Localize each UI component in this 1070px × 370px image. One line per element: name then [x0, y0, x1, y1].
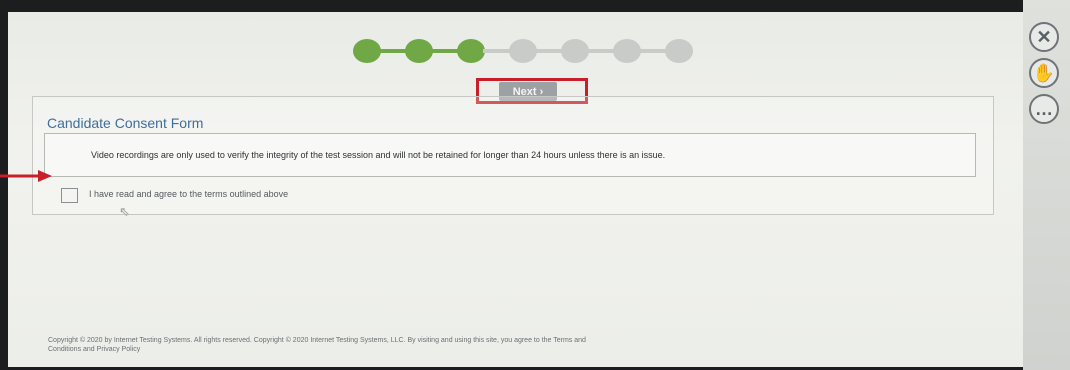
consent-panel: Candidate Consent Form Video recordings …	[32, 96, 994, 219]
footer-copyright: Copyright © 2020 by Internet Testing Sys…	[48, 337, 586, 344]
progress-connector	[587, 49, 615, 53]
agree-checkbox[interactable]	[61, 188, 78, 203]
close-icon[interactable]: ✕	[1029, 22, 1059, 52]
progress-step-5	[561, 39, 589, 63]
progress-connector	[431, 49, 459, 53]
progress-connector	[639, 49, 667, 53]
progress-connector	[379, 49, 407, 53]
right-toolbar: ✕ ✋ …	[1023, 0, 1070, 370]
red-arrow-annotation-icon	[0, 170, 52, 182]
consent-notice-text: Video recordings are only used to verify…	[91, 150, 666, 160]
progress-connector	[483, 49, 511, 53]
exam-screen: Next › Candidate Consent Form Video reco…	[8, 12, 1023, 367]
progress-stepper	[353, 39, 693, 63]
progress-step-7	[665, 39, 693, 63]
progress-connector	[535, 49, 563, 53]
progress-step-2	[405, 39, 433, 63]
progress-step-4	[509, 39, 537, 63]
chat-icon[interactable]: …	[1029, 94, 1059, 124]
mouse-cursor-icon: ⇖	[119, 204, 130, 219]
footer-policy-links[interactable]: Conditions and Privacy Policy	[48, 345, 968, 354]
progress-step-1	[353, 39, 381, 63]
consent-notice-box: Video recordings are only used to verify…	[44, 133, 976, 177]
hand-icon[interactable]: ✋	[1029, 58, 1059, 88]
footer: Copyright © 2020 by Internet Testing Sys…	[48, 336, 968, 354]
agree-checkbox-label[interactable]: I have read and agree to the terms outli…	[89, 189, 288, 199]
progress-step-3	[457, 39, 485, 63]
progress-step-6	[613, 39, 641, 63]
consent-form-title: Candidate Consent Form	[47, 115, 204, 131]
